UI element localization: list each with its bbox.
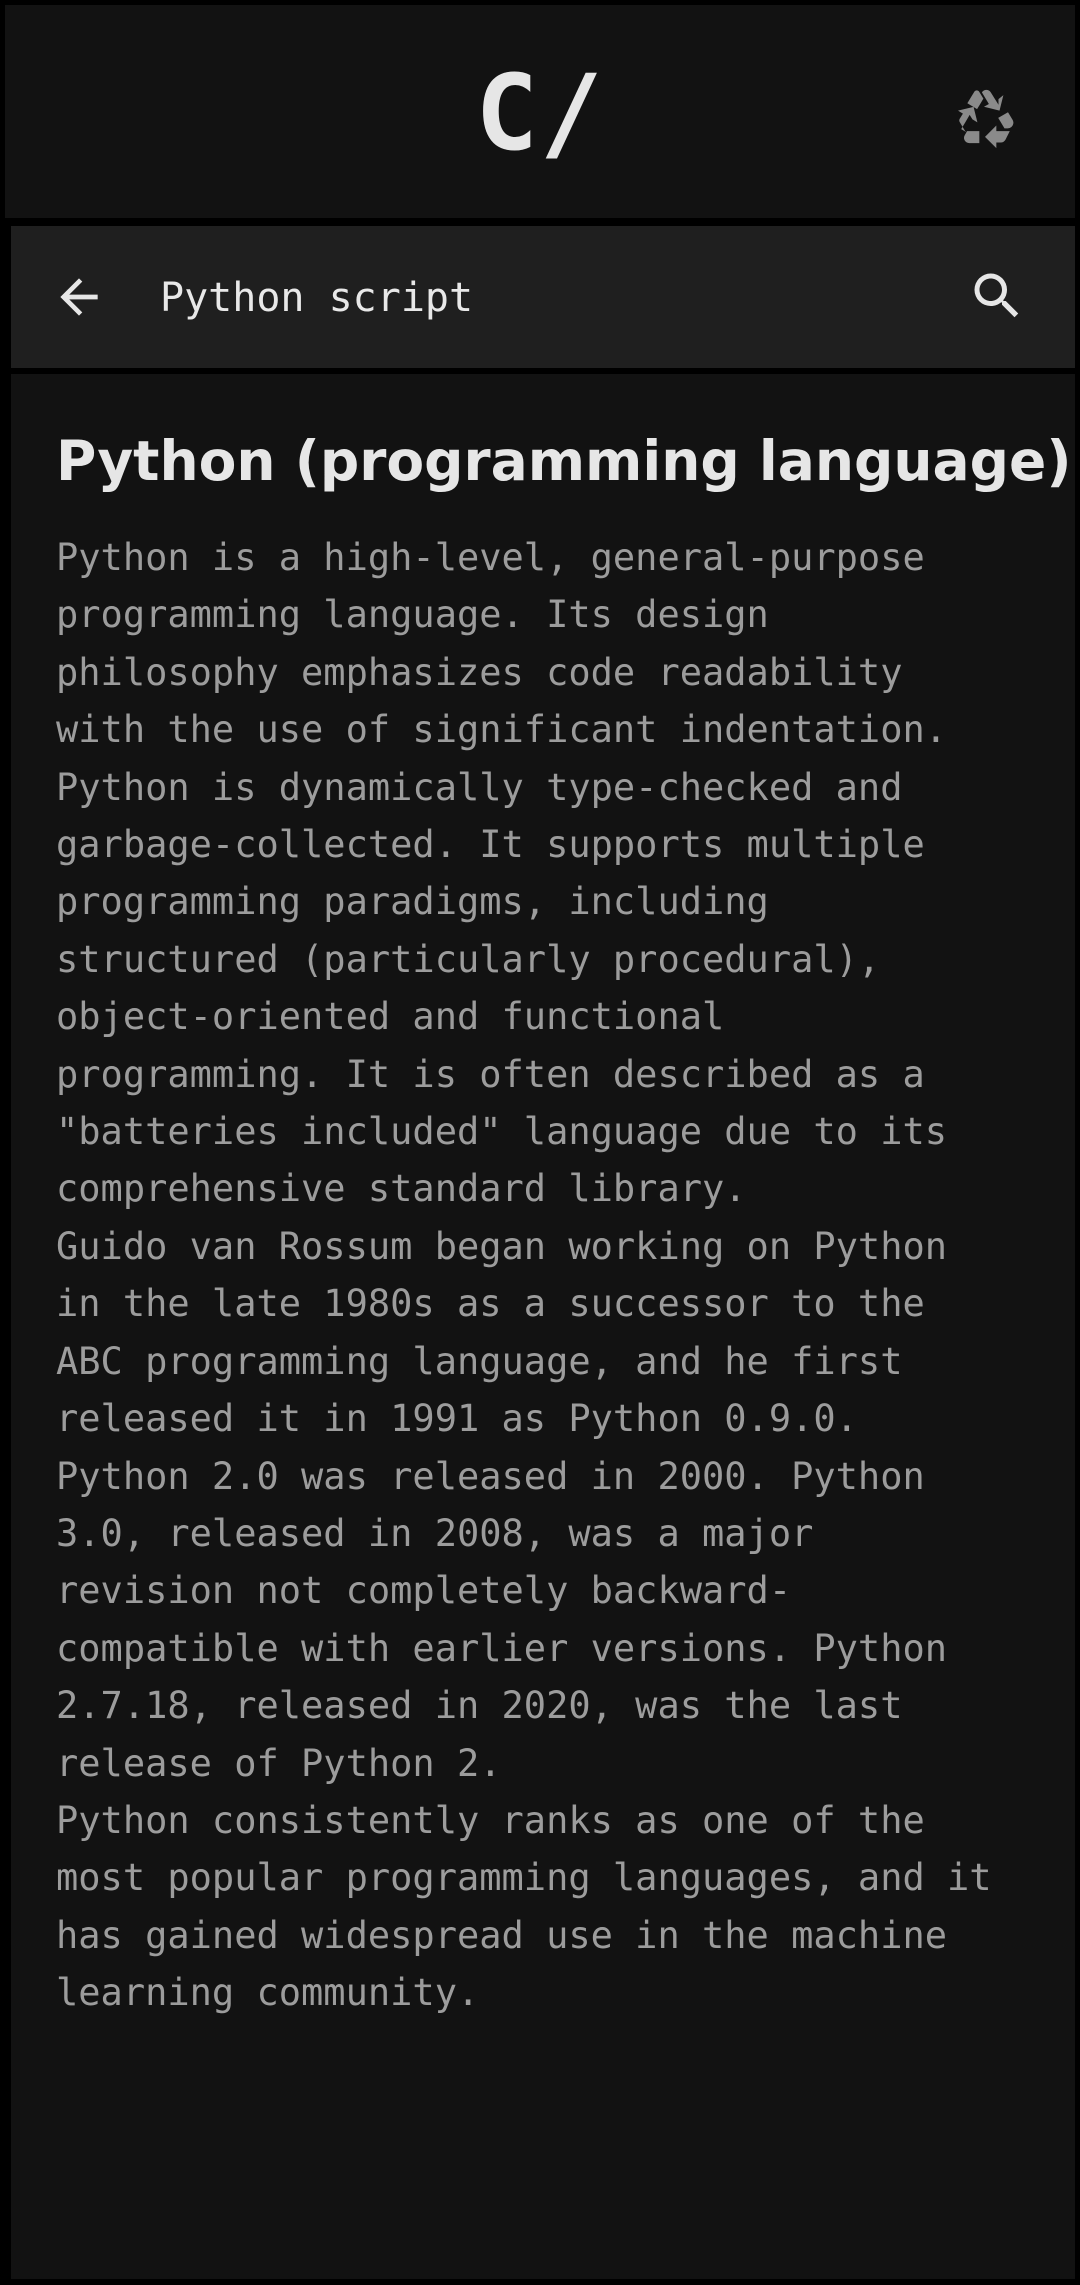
search-query-input[interactable]: Python script: [160, 270, 473, 326]
article-paragraph: Guido van Rossum began working on Python…: [56, 1224, 948, 1785]
search-icon: [974, 273, 1019, 318]
article-title: Python (programming language): [56, 429, 1072, 493]
search-bar: Python script: [11, 226, 1075, 368]
app-logo: C/: [475, 52, 605, 174]
app-header: C/: [5, 5, 1075, 218]
article-paragraph: Python consistently ranks as one of the …: [56, 1798, 992, 2015]
arrow-left-icon: [60, 278, 98, 316]
back-button[interactable]: [51, 269, 107, 325]
search-button[interactable]: [967, 266, 1027, 326]
recycle-icon[interactable]: [951, 83, 1019, 151]
article-paragraph: Python is a high-level, general-purpose …: [56, 536, 948, 1211]
article-body: Python is a high-level, general-purpose …: [56, 529, 1061, 2022]
article-panel: Python (programming language) Python is …: [11, 374, 1075, 2279]
